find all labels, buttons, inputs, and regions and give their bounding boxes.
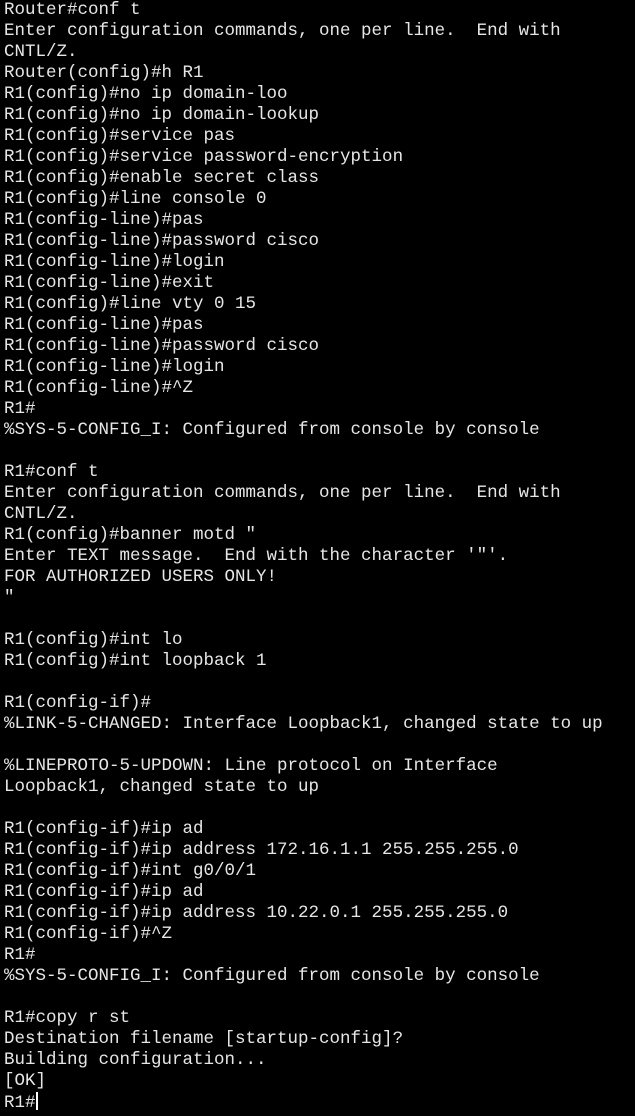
terminal-line: R1(config)#service pas — [4, 126, 236, 146]
terminal-line: R1# — [4, 399, 36, 419]
terminal-line: R1(config)#enable secret class — [4, 168, 320, 188]
terminal-line: R1(config)#banner motd " — [4, 525, 257, 545]
terminal-line: R1(config-line)#^Z — [4, 378, 194, 398]
terminal-line: R1(config-if)#^Z — [4, 924, 173, 944]
terminal-output: Router#conf t Enter configuration command… — [4, 0, 635, 1092]
terminal-line: Enter TEXT message. End with the charact… — [4, 546, 509, 566]
terminal-line: Destination filename [startup-config]? — [4, 1029, 404, 1049]
terminal-line: %SYS-5-CONFIG_I: Configured from console… — [4, 966, 540, 986]
terminal-line: R1(config-line)#password cisco — [4, 336, 320, 356]
terminal-line: R1(config)#line console 0 — [4, 189, 267, 209]
command-prompt: R1# — [4, 1093, 36, 1113]
terminal-line: R1(config-if)#ip address 10.22.0.1 255.2… — [4, 903, 509, 923]
terminal-line: CNTL/Z. — [4, 504, 78, 524]
terminal-line: " — [4, 588, 15, 608]
terminal-line: %LINK-5-CHANGED: Interface Loopback1, ch… — [4, 714, 603, 734]
terminal-line: R1(config-if)#int g0/0/1 — [4, 861, 257, 881]
terminal-line: R1(config-if)# — [4, 693, 152, 713]
command-prompt-line[interactable]: R1# — [4, 1092, 635, 1113]
terminal-line: R1(config-line)#pas — [4, 210, 204, 230]
terminal-line: R1#conf t — [4, 462, 99, 482]
terminal-line: R1(config)#int lo — [4, 630, 183, 650]
terminal-line: R1(config-line)#password cisco — [4, 231, 320, 251]
terminal-line: R1(config-if)#ip ad — [4, 819, 204, 839]
terminal-line: R1#copy r st — [4, 1008, 131, 1028]
terminal-line: Router(config)#h R1 — [4, 63, 204, 83]
terminal-line: R1(config)#service password-encryption — [4, 147, 404, 167]
terminal-line: R1(config)#no ip domain-lookup — [4, 105, 320, 125]
terminal-line: Building configuration... — [4, 1050, 267, 1070]
terminal-line: R1(config-line)#login — [4, 357, 225, 377]
terminal-line: R1(config)#line vty 0 15 — [4, 294, 257, 314]
terminal-window[interactable]: Router#conf t Enter configuration command… — [0, 0, 635, 1116]
terminal-line: Enter configuration commands, one per li… — [4, 21, 561, 41]
terminal-line: R1(config-line)#exit — [4, 273, 215, 293]
terminal-line: %LINEPROTO-5-UPDOWN: Line protocol on In… — [4, 756, 498, 776]
terminal-line: Router#conf t — [4, 0, 141, 20]
terminal-line: R1# — [4, 945, 36, 965]
terminal-line: Loopback1, changed state to up — [4, 777, 320, 797]
text-cursor — [35, 1092, 38, 1110]
terminal-line: CNTL/Z. — [4, 42, 78, 62]
terminal-line: [OK] — [4, 1071, 47, 1091]
terminal-line: FOR AUTHORIZED USERS ONLY! — [4, 567, 278, 587]
terminal-line: %SYS-5-CONFIG_I: Configured from console… — [4, 420, 540, 440]
terminal-line: R1(config-if)#ip ad — [4, 882, 204, 902]
terminal-line: R1(config-line)#login — [4, 252, 225, 272]
terminal-line: R1(config-line)#pas — [4, 315, 204, 335]
terminal-line: R1(config)#no ip domain-loo — [4, 84, 288, 104]
terminal-line: Enter configuration commands, one per li… — [4, 483, 561, 503]
terminal-line: R1(config)#int loopback 1 — [4, 651, 267, 671]
terminal-line: R1(config-if)#ip address 172.16.1.1 255.… — [4, 840, 519, 860]
